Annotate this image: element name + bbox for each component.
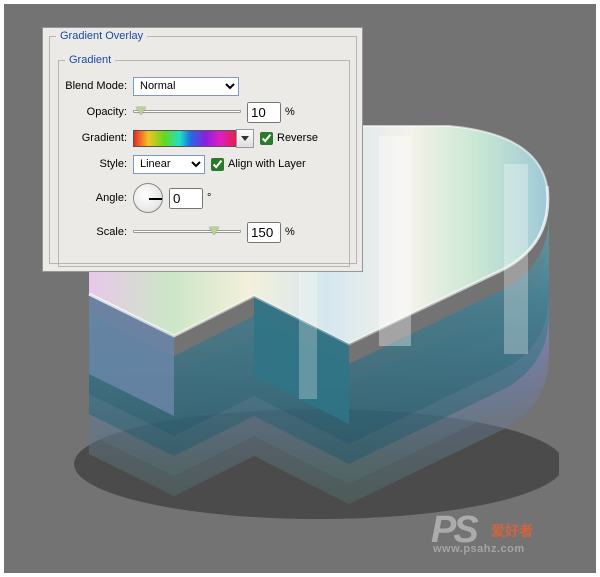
select-blend-mode[interactable]: Normal [133, 77, 239, 96]
legend-gradient-overlay: Gradient Overlay [56, 30, 147, 42]
gradient-dropdown-button[interactable] [236, 129, 254, 148]
input-scale[interactable] [247, 222, 281, 243]
label-opacity: Opacity: [63, 106, 133, 118]
watermark-ps: PS [431, 509, 476, 552]
unit-scale: % [285, 226, 295, 238]
chevron-down-icon [241, 136, 249, 141]
input-opacity[interactable] [247, 102, 281, 123]
slider-scale[interactable] [133, 223, 241, 241]
label-blend-mode: Blend Mode: [63, 80, 133, 92]
slider-opacity[interactable] [133, 103, 241, 121]
checkbox-align-with-layer[interactable] [211, 158, 224, 171]
watermark-url: www.psahz.com [433, 543, 525, 555]
legend-gradient: Gradient [65, 54, 115, 66]
angle-dial[interactable] [133, 183, 163, 213]
label-scale: Scale: [63, 226, 133, 238]
label-gradient: Gradient: [63, 132, 133, 144]
fieldset-gradient: Gradient Blend Mode: Normal Opacity: % [58, 54, 350, 267]
fieldset-gradient-overlay: Gradient Overlay Gradient Blend Mode: No… [49, 30, 357, 264]
input-angle[interactable] [169, 188, 203, 209]
watermark-cn: 爱好者 [491, 521, 533, 541]
label-angle: Angle: [63, 192, 133, 204]
unit-opacity: % [285, 106, 295, 118]
watermark: PS 爱好者 www.psahz.com [431, 513, 571, 563]
gradient-overlay-panel: Gradient Overlay Gradient Blend Mode: No… [42, 27, 363, 272]
label-align-with-layer: Align with Layer [228, 158, 306, 170]
label-reverse: Reverse [277, 132, 318, 144]
gradient-swatch[interactable] [133, 130, 237, 147]
select-style[interactable]: Linear [133, 155, 205, 174]
checkbox-reverse[interactable] [260, 132, 273, 145]
unit-angle: ° [207, 192, 211, 204]
label-style: Style: [63, 158, 133, 170]
